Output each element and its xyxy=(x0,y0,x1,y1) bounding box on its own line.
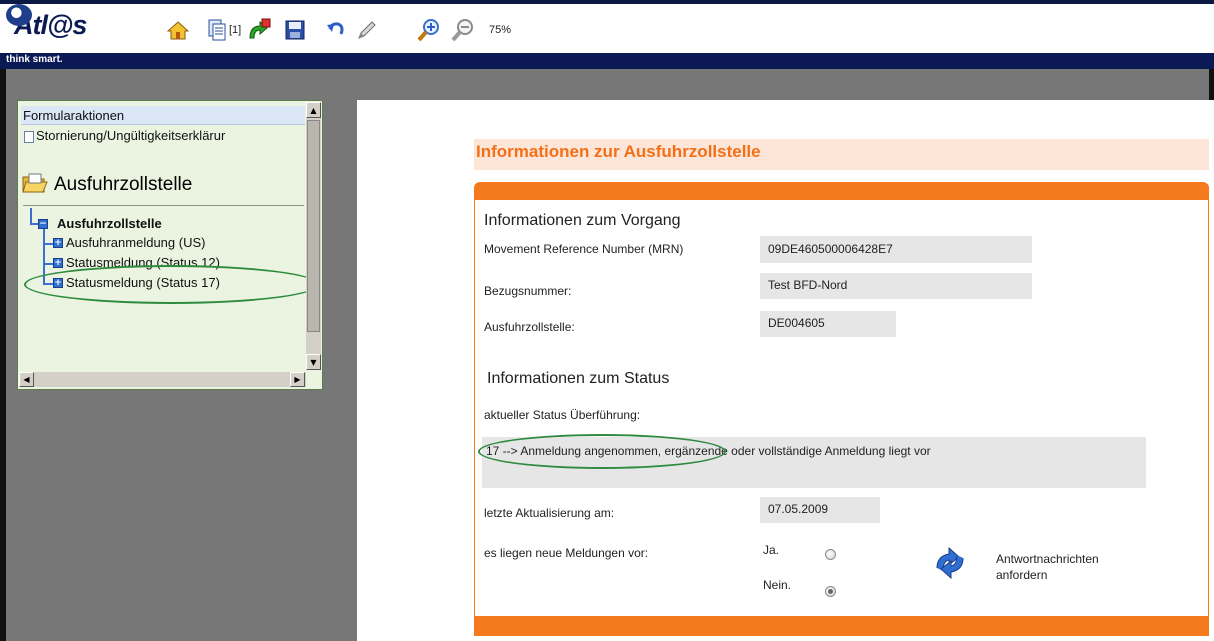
procedure-header: Informationen zum Vorgang xyxy=(484,212,681,229)
scroll-thumb[interactable] xyxy=(307,120,320,332)
logo-swoosh-icon xyxy=(6,4,32,26)
form-bottom-band xyxy=(474,616,1209,636)
header-top-line xyxy=(0,0,1214,4)
form-title: Informationen zur Ausfuhrzollstelle xyxy=(476,142,761,161)
reference-field: Test BFD-Nord xyxy=(760,273,1032,299)
request-replies-button[interactable]: Antwortnachrichten anfordern xyxy=(996,551,1136,583)
tree-collapse-icon[interactable]: − xyxy=(38,219,48,229)
new-messages-label: es liegen neue Meldungen vor: xyxy=(484,546,649,560)
save-button[interactable] xyxy=(281,16,309,44)
option-no-label: Nein. xyxy=(763,578,792,592)
zoom-out-button[interactable] xyxy=(449,16,477,44)
tree-expand-icon[interactable]: + xyxy=(53,258,63,268)
app-logo: Atl@s xyxy=(6,4,87,41)
section-title: Ausfuhrzollstelle xyxy=(54,174,193,195)
option-no-radio[interactable] xyxy=(825,586,836,597)
option-yes-label: Ja. xyxy=(763,543,780,557)
zoom-out-icon xyxy=(451,19,473,42)
refresh-cursor-button[interactable] xyxy=(245,16,273,44)
zoom-in-button[interactable] xyxy=(415,16,443,44)
home-icon xyxy=(167,21,189,40)
mrn-field: 09DE460500006428E7 xyxy=(760,236,1032,263)
updated-field: 07.05.2009 xyxy=(760,497,880,523)
cancellation-link[interactable]: Stornierung/Ungültigkeitserklärur xyxy=(24,128,304,143)
status-header: Informationen zum Status xyxy=(487,370,670,387)
office-field: DE004605 xyxy=(760,311,896,337)
refresh-cursor-icon xyxy=(249,18,271,39)
status-label: aktueller Status Überführung: xyxy=(484,408,641,422)
save-icon xyxy=(285,20,305,40)
cancellation-label: Stornierung/Ungültigkeitserklärur xyxy=(36,128,226,143)
document-list-button[interactable] xyxy=(204,16,230,44)
tree-item-ausfuhranmeldung[interactable]: Ausfuhranmeldung (US) xyxy=(66,235,205,250)
scroll-left-button[interactable]: ◀ xyxy=(19,372,34,387)
option-yes-radio[interactable] xyxy=(825,549,836,560)
tagline: think smart. xyxy=(6,54,63,65)
form-actions-header[interactable]: Formularaktionen xyxy=(21,106,305,125)
refresh-arrows-icon[interactable] xyxy=(931,544,969,582)
undo-button[interactable] xyxy=(323,16,349,44)
scroll-up-button[interactable]: ▲ xyxy=(306,102,321,118)
mrn-label: Movement Reference Number (MRN) xyxy=(484,242,684,256)
zoom-level: 75% xyxy=(489,24,512,36)
pencil-icon xyxy=(358,21,376,39)
tree-expand-icon[interactable]: + xyxy=(53,238,63,248)
page-indicator: [1] xyxy=(229,24,242,36)
tree-root[interactable]: Ausfuhrzollstelle xyxy=(57,216,162,231)
scroll-right-button[interactable]: ▶ xyxy=(290,372,305,387)
pencil-button[interactable] xyxy=(354,16,380,44)
updated-label: letzte Aktualisierung am: xyxy=(484,506,615,520)
home-button[interactable] xyxy=(164,16,192,44)
reference-label: Bezugsnummer: xyxy=(484,284,572,298)
office-label: Ausfuhrzollstelle: xyxy=(484,320,575,334)
horizontal-scrollbar[interactable] xyxy=(19,372,306,387)
undo-icon xyxy=(327,22,344,35)
highlight-ellipse xyxy=(478,434,726,469)
highlight-ellipse xyxy=(24,265,319,304)
scroll-down-button[interactable]: ▼ xyxy=(306,354,321,370)
document-list-icon xyxy=(208,19,226,41)
folder-open-icon xyxy=(22,173,48,193)
header-bar xyxy=(0,53,1214,69)
zoom-in-icon xyxy=(417,19,439,42)
section-divider xyxy=(23,205,304,206)
